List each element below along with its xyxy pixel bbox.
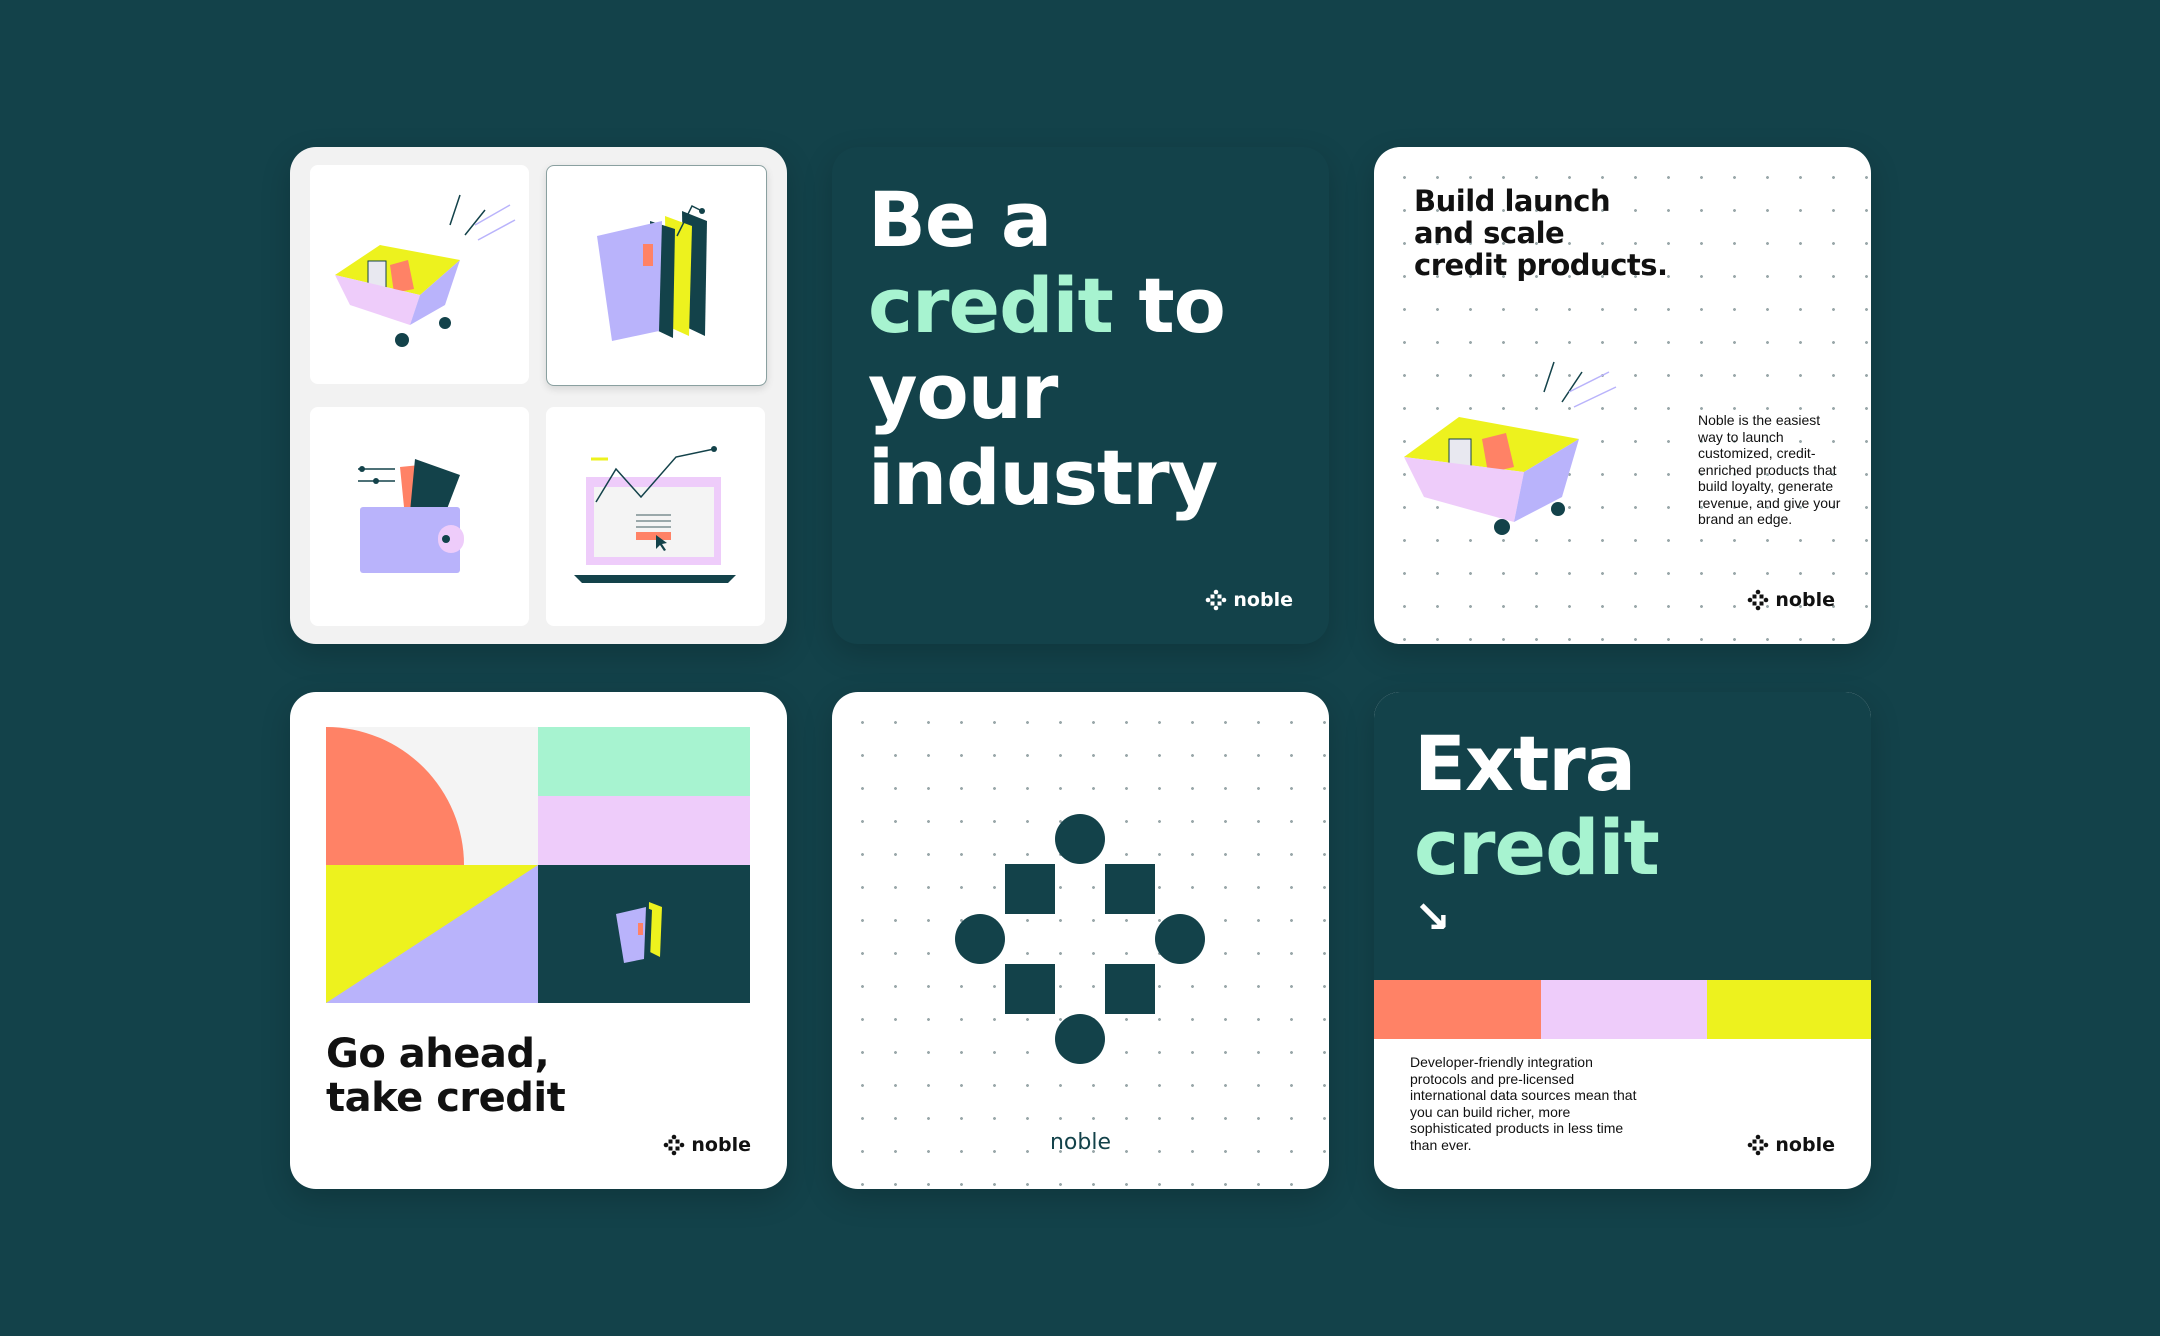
build-line-2: and scale: [1414, 216, 1565, 250]
wallet-icon: [358, 459, 464, 573]
laptop-tile[interactable]: [546, 407, 765, 626]
illustration-grid-card: [290, 147, 787, 644]
noble-mark-icon: [1206, 589, 1227, 611]
extra-credit-title: Extra credit: [1414, 719, 1660, 892]
logo-mark-card: noble: [832, 692, 1329, 1189]
extra-line-1: Extra: [1414, 719, 1636, 808]
noble-mark-icon: [664, 1134, 685, 1156]
credit-cards-icon: [597, 204, 707, 341]
headline-title: Be a credit to your industry: [868, 175, 1226, 522]
laptop-chart-icon: [574, 446, 736, 583]
logo-wordmark: noble: [1775, 589, 1835, 611]
noble-mark-icon: [1748, 1134, 1769, 1156]
build-title: Build launch and scale credit products.: [1414, 185, 1668, 281]
headline-line-1: Be a: [868, 175, 1052, 264]
build-line-1: Build launch: [1414, 184, 1611, 218]
extra-line-2-accent: credit: [1414, 803, 1660, 892]
headline-line-4: industry: [868, 433, 1218, 522]
noble-logo: noble: [1747, 1134, 1835, 1156]
noble-logo: noble: [1747, 589, 1835, 611]
credit-cards-tile[interactable]: [546, 165, 767, 386]
go-ahead-line-1: Go ahead,: [326, 1031, 550, 1077]
logo-wordmark: noble: [1233, 589, 1293, 611]
headline-line-2: credit to: [868, 261, 1226, 350]
color-block-graphic: [326, 727, 750, 1003]
build-line-3: credit products.: [1414, 248, 1668, 282]
headline-line-2-rest: to: [1112, 261, 1226, 350]
arrow-down-right-icon: ↘: [1414, 892, 1451, 943]
wallet-tile[interactable]: [310, 407, 529, 626]
headline-line-3: your: [868, 347, 1058, 436]
go-ahead-line-2: take credit: [326, 1075, 566, 1121]
extra-body-text: Developer-friendly integration protocols…: [1410, 1054, 1637, 1153]
coral-color-bar: [1374, 980, 1541, 1039]
noble-logo: noble: [1205, 589, 1293, 611]
go-ahead-title: Go ahead, take credit: [326, 1031, 566, 1121]
build-body-text: Noble is the easiest way to launch custo…: [1698, 412, 1841, 527]
logo-wordmark: noble: [1775, 1134, 1835, 1156]
headline-accent: credit: [868, 261, 1114, 350]
noble-logo: noble: [663, 1134, 751, 1156]
extra-credit-card: Extra credit ↘ Developer-friendly integr…: [1374, 692, 1871, 1189]
shopping-cart-tile[interactable]: [310, 165, 529, 384]
shopping-cart-icon: [1404, 361, 1617, 535]
noble-mark-large-icon: [955, 814, 1205, 1064]
headline-card: Be a credit to your industry noble: [832, 147, 1329, 644]
lilac-color-bar: [1541, 980, 1707, 1039]
logo-wordmark: noble: [1049, 1130, 1111, 1155]
logo-wordmark: noble: [691, 1134, 751, 1156]
lime-color-bar: [1707, 980, 1871, 1039]
build-launch-card: Build launch and scale credit products. …: [1374, 147, 1871, 644]
shopping-cart-icon: [335, 194, 516, 347]
noble-mark-icon: [1748, 589, 1769, 611]
go-ahead-card: Go ahead, take credit noble: [290, 692, 787, 1189]
